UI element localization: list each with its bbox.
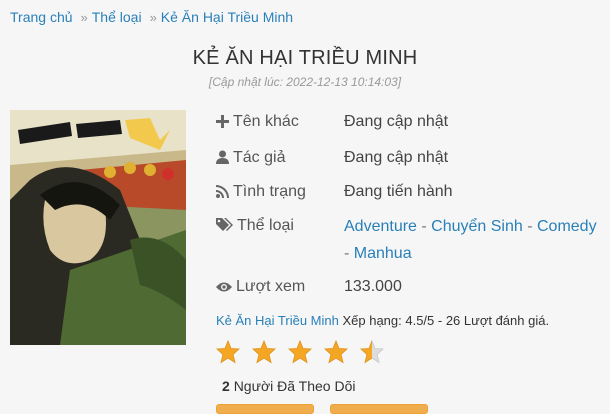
- rating-text: Xếp hạng: 4.5/5 - 26 Lượt đánh giá.: [342, 313, 550, 328]
- star-icon[interactable]: [216, 340, 240, 364]
- eye-icon: [216, 282, 232, 292]
- genre-link[interactable]: Manhua: [354, 245, 412, 262]
- breadcrumb-category[interactable]: Thể loại: [92, 9, 142, 25]
- genre-link[interactable]: Chuyển Sinh: [431, 218, 523, 235]
- breadcrumb-separator: »: [80, 10, 88, 25]
- cover-image[interactable]: [10, 110, 186, 345]
- cover-illustration: [10, 110, 186, 345]
- rating-manga-link[interactable]: Kẻ Ăn Hại Triều Minh: [216, 313, 339, 328]
- status-label: Tình trạng: [233, 183, 306, 200]
- plus-icon: [216, 115, 229, 128]
- updated-timestamp: [Cập nhật lúc: 2022-12-13 10:14:03]: [208, 75, 402, 89]
- author-label: Tác giả: [233, 149, 286, 166]
- breadcrumb-home[interactable]: Trang chủ: [10, 9, 73, 25]
- genre-list: Adventure - Chuyển Sinh - Comedy - Manhu…: [344, 213, 604, 267]
- user-icon: [216, 150, 229, 164]
- author-value: Đang cập nhật: [344, 149, 449, 166]
- tags-icon: [216, 218, 233, 231]
- status-value: Đang tiến hành: [344, 183, 453, 200]
- page-title: KẺ ĂN HẠI TRIỀU MINH: [192, 47, 418, 69]
- views-value: 133.000: [344, 278, 402, 295]
- rating-summary: Kẻ Ăn Hại Triều Minh Xếp hạng: 4.5/5 - 2…: [216, 313, 549, 328]
- star-icon[interactable]: [288, 340, 312, 364]
- genres-label: Thể loại: [237, 217, 294, 234]
- genre-link[interactable]: Comedy: [537, 218, 597, 235]
- read-button[interactable]: [330, 404, 428, 414]
- star-icon[interactable]: [324, 340, 348, 364]
- genre-separator: -: [416, 218, 432, 235]
- breadcrumb: Trang chủ » Thể loại » Kẻ Ăn Hại Triều Minh: [10, 9, 293, 25]
- breadcrumb-current[interactable]: Kẻ Ăn Hại Triều Minh: [161, 9, 293, 25]
- other-name-value: Đang cập nhật: [344, 113, 449, 130]
- other-name-label: Tên khác: [233, 113, 299, 130]
- genre-separator: -: [344, 245, 354, 262]
- star-icon[interactable]: [360, 340, 384, 364]
- rss-icon: [216, 185, 229, 198]
- genre-link[interactable]: Adventure: [344, 218, 417, 235]
- followers-text: Người Đã Theo Dõi: [233, 378, 356, 394]
- star-icon[interactable]: [252, 340, 276, 364]
- breadcrumb-separator: »: [149, 10, 157, 25]
- genre-separator: -: [522, 218, 537, 235]
- follow-button[interactable]: [216, 404, 314, 414]
- followers-number: 2: [222, 378, 230, 394]
- views-label: Lượt xem: [236, 278, 306, 295]
- followers-count: 2 Người Đã Theo Dõi: [222, 378, 355, 394]
